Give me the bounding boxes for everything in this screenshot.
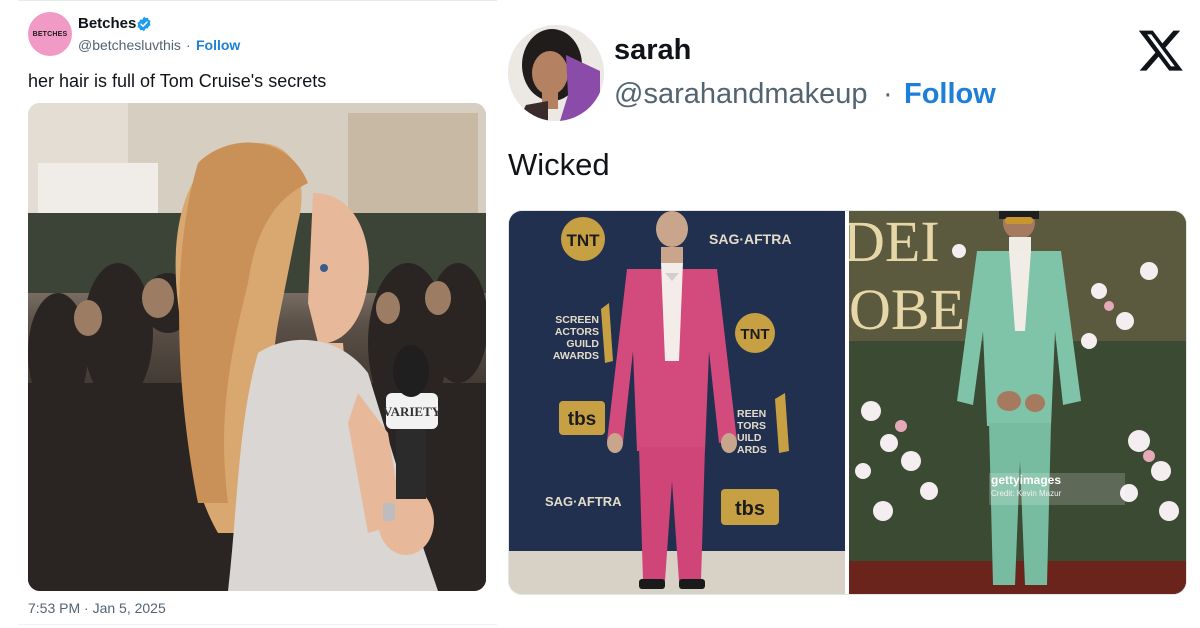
separator-dot: ·	[883, 78, 893, 110]
pink-suit-photo: TNT SAG·AFTRA SCREEN ACTORS GUILD AWARDS…	[509, 211, 845, 594]
sag-awards-line: GUILD	[566, 338, 599, 350]
avatar-logo-text: BETCHES	[32, 30, 68, 38]
sag-aftra-logo: SAG·AFTRA	[545, 494, 622, 509]
display-name[interactable]: Betches	[78, 15, 136, 32]
verified-badge-icon	[137, 16, 151, 32]
sag-awards-line: UILD	[737, 432, 762, 444]
sag-awards-line: ARDS	[737, 444, 767, 456]
sarah-tweet-card: sarah @sarahandmakeup · Follow Wicked TN…	[497, 0, 1200, 628]
handle[interactable]: @sarahandmakeup	[614, 78, 868, 111]
betches-tweet-card: BETCHES Betches @betchesluvthis · Follow…	[0, 0, 518, 628]
red-carpet-photo: VARIETY	[28, 103, 486, 591]
sarah-avatar[interactable]	[508, 25, 604, 121]
tweet-photo-right[interactable]: DEI OBE gettyimages Credit: Kevin Mazur	[843, 211, 1186, 594]
sag-awards-line: REEN	[737, 408, 766, 420]
variety-mic-flag: VARIETY	[383, 404, 442, 419]
follow-button[interactable]: Follow	[904, 78, 996, 111]
tnt-logo: TNT	[740, 326, 769, 343]
sag-awards-line: SCREEN	[555, 314, 599, 326]
tweet-media-grid: TNT SAG·AFTRA SCREEN ACTORS GUILD AWARDS…	[508, 210, 1187, 595]
handle[interactable]: @betchesluvthis	[78, 37, 181, 53]
sag-awards-line: TORS	[737, 420, 766, 432]
mint-suit-photo: DEI OBE	[843, 211, 1186, 594]
avatar-illustration	[508, 25, 604, 121]
tweet-photo[interactable]: VARIETY	[28, 103, 486, 591]
divider	[18, 0, 518, 1]
backdrop-lettering: OBE	[849, 277, 965, 342]
tbs-logo: tbs	[735, 498, 765, 520]
betches-avatar[interactable]: BETCHES	[28, 12, 72, 56]
tweet-photo-left[interactable]: TNT SAG·AFTRA SCREEN ACTORS GUILD AWARDS…	[509, 211, 845, 594]
backdrop-lettering: DEI	[849, 211, 940, 274]
follow-button[interactable]: Follow	[196, 37, 240, 53]
tbs-logo: tbs	[568, 409, 597, 430]
tweet-text: Wicked	[508, 147, 610, 182]
sag-awards-line: AWARDS	[553, 350, 599, 362]
x-logo-icon[interactable]	[1137, 26, 1185, 74]
display-name[interactable]: sarah	[614, 34, 691, 67]
tweet-text: her hair is full of Tom Cruise's secrets	[28, 71, 327, 91]
photo-credit: Credit: Kevin Mazur	[991, 489, 1062, 498]
separator-dot: ·	[186, 37, 191, 53]
divider	[18, 624, 518, 625]
getty-watermark: gettyimages Credit: Kevin Mazur	[989, 473, 1125, 505]
tnt-logo: TNT	[566, 231, 600, 250]
tweet-timestamp[interactable]: 7:53 PM · Jan 5, 2025	[28, 600, 166, 616]
getty-logo: gettyimages	[991, 473, 1062, 487]
sag-aftra-logo: SAG·AFTRA	[709, 231, 791, 247]
sag-awards-line: ACTORS	[555, 326, 599, 338]
